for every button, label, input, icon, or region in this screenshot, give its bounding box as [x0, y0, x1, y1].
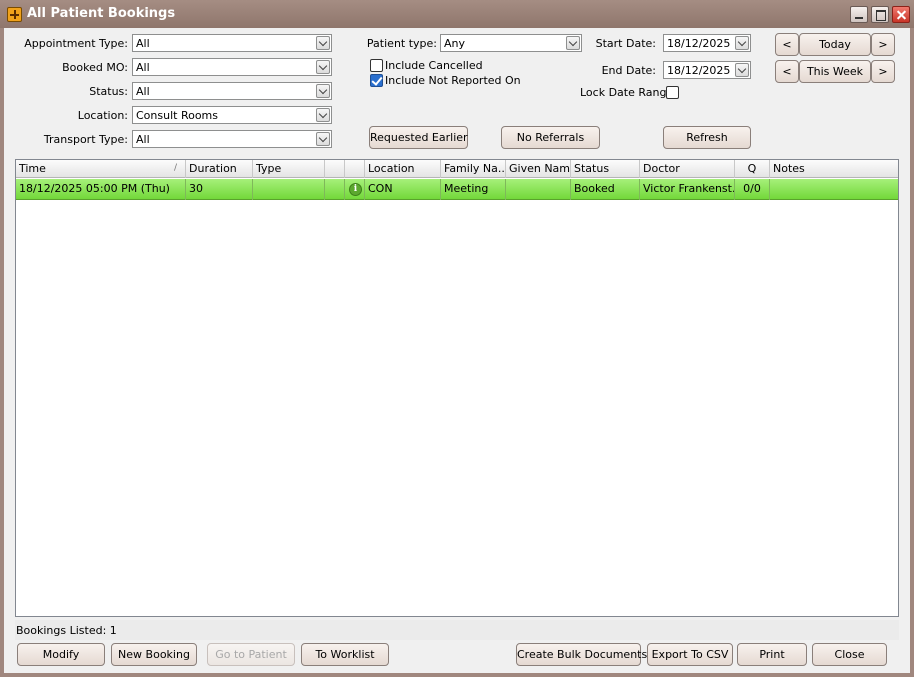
today-button[interactable]: Today — [799, 33, 871, 56]
column-header-duration[interactable]: Duration — [186, 160, 253, 178]
status-select[interactable]: All — [132, 82, 332, 100]
cell-duration: 30 — [186, 179, 253, 200]
refresh-button[interactable]: Refresh — [663, 126, 751, 149]
cell-notes — [770, 179, 898, 200]
appointment-type-label: Appointment Type: — [24, 37, 128, 50]
status-bar: Bookings Listed: 1 — [15, 620, 899, 640]
transport-type-select[interactable]: All — [132, 130, 332, 148]
print-button[interactable]: Print — [737, 643, 807, 666]
include-not-reported-checkbox[interactable] — [370, 74, 383, 87]
bookings-listed-count: Bookings Listed: 1 — [16, 624, 117, 637]
chevron-down-icon[interactable] — [316, 36, 330, 50]
create-bulk-documents-button[interactable]: Create Bulk Documents — [516, 643, 647, 666]
column-header-type[interactable]: Type — [253, 160, 325, 178]
cell-location: CON — [365, 179, 441, 200]
prev-day-button[interactable]: < — [775, 33, 799, 56]
cell-type — [253, 179, 325, 200]
column-label: Time — [19, 162, 46, 175]
patient-type-label: Patient type: — [366, 37, 437, 50]
modify-button[interactable]: Modify — [17, 643, 105, 666]
export-csv-button[interactable]: Export To CSV — [647, 643, 733, 666]
column-header-doctor[interactable]: Doctor — [640, 160, 735, 178]
status-label: Status: — [89, 85, 128, 98]
new-booking-button[interactable]: New Booking — [111, 643, 197, 666]
this-week-button[interactable]: This Week — [799, 60, 871, 83]
chevron-down-icon[interactable] — [735, 63, 749, 77]
lock-date-range-label: Lock Date Range — [580, 86, 674, 99]
start-date-value: 18/12/2025 — [667, 37, 731, 50]
close-button[interactable]: Close — [812, 643, 887, 666]
status-value: All — [136, 85, 150, 98]
booked-mo-select[interactable]: All — [132, 58, 332, 76]
transport-type-label: Transport Type: — [43, 133, 128, 146]
bookings-window: All Patient Bookings Appointment Type: A… — [0, 0, 914, 677]
next-day-button[interactable]: > — [871, 33, 895, 56]
column-header-notes[interactable]: Notes — [770, 160, 898, 178]
booked-mo-value: All — [136, 61, 150, 74]
window-title: All Patient Bookings — [27, 6, 176, 21]
bookings-table[interactable]: Time / Duration Type Location Family Na.… — [15, 159, 899, 617]
maximize-icon[interactable] — [871, 6, 889, 23]
appointment-type-value: All — [136, 37, 150, 50]
minimize-icon[interactable] — [850, 6, 868, 23]
app-icon — [7, 7, 22, 22]
lock-date-range-checkbox[interactable] — [666, 86, 679, 99]
close-window-icon[interactable] — [892, 6, 910, 23]
cell-q: 0/0 — [735, 179, 770, 200]
location-select[interactable]: Consult Rooms — [132, 106, 332, 124]
cell-icon: i — [345, 179, 365, 200]
column-header-q[interactable]: Q — [735, 160, 770, 178]
table-row[interactable]: 18/12/2025 05:00 PM (Thu) 30 i CON Meeti… — [16, 179, 898, 200]
column-header-flag[interactable] — [325, 160, 345, 178]
chevron-down-icon[interactable] — [735, 36, 749, 50]
to-worklist-button[interactable]: To Worklist — [301, 643, 389, 666]
prev-week-button[interactable]: < — [775, 60, 799, 83]
cell-flag — [325, 179, 345, 200]
chevron-down-icon[interactable] — [316, 60, 330, 74]
cell-family-name: Meeting — [441, 179, 506, 200]
end-date-picker[interactable]: 18/12/2025 — [663, 61, 751, 79]
location-label: Location: — [77, 109, 128, 122]
chevron-down-icon[interactable] — [566, 36, 580, 50]
sort-icon: / — [174, 163, 178, 173]
client-area: Appointment Type: All Booked MO: All Sta… — [4, 28, 910, 673]
location-value: Consult Rooms — [136, 109, 219, 122]
include-not-reported-label: Include Not Reported On — [385, 74, 521, 87]
go-to-patient-button[interactable]: Go to Patient — [207, 643, 295, 666]
cell-given-name — [506, 179, 571, 200]
include-cancelled-checkbox[interactable] — [370, 59, 383, 72]
column-header-time[interactable]: Time / — [16, 160, 186, 178]
no-referrals-button[interactable]: No Referrals — [501, 126, 600, 149]
appointment-type-select[interactable]: All — [132, 34, 332, 52]
cell-doctor: Victor Frankenst... — [640, 179, 735, 200]
cell-status: Booked — [571, 179, 640, 200]
chevron-down-icon[interactable] — [316, 132, 330, 146]
include-cancelled-label: Include Cancelled — [385, 59, 483, 72]
cell-time: 18/12/2025 05:00 PM (Thu) — [16, 179, 186, 200]
end-date-value: 18/12/2025 — [667, 64, 731, 77]
column-header-family-name[interactable]: Family Na... — [441, 160, 506, 178]
column-header-icon[interactable] — [345, 160, 365, 178]
end-date-label: End Date: — [601, 64, 656, 77]
transport-type-value: All — [136, 133, 150, 146]
patient-type-value: Any — [444, 37, 466, 50]
chevron-down-icon[interactable] — [316, 84, 330, 98]
start-date-picker[interactable]: 18/12/2025 — [663, 34, 751, 52]
table-header: Time / Duration Type Location Family Na.… — [16, 160, 898, 178]
start-date-label: Start Date: — [595, 37, 656, 50]
requested-earlier-button[interactable]: Requested Earlier — [369, 126, 468, 149]
patient-type-select[interactable]: Any — [440, 34, 582, 52]
column-header-given-name[interactable]: Given Name — [506, 160, 571, 178]
column-header-location[interactable]: Location — [365, 160, 441, 178]
title-bar[interactable]: All Patient Bookings — [0, 0, 914, 28]
column-header-status[interactable]: Status — [571, 160, 640, 178]
info-icon[interactable]: i — [349, 183, 362, 196]
chevron-down-icon[interactable] — [316, 108, 330, 122]
booked-mo-label: Booked MO: — [62, 61, 128, 74]
next-week-button[interactable]: > — [871, 60, 895, 83]
